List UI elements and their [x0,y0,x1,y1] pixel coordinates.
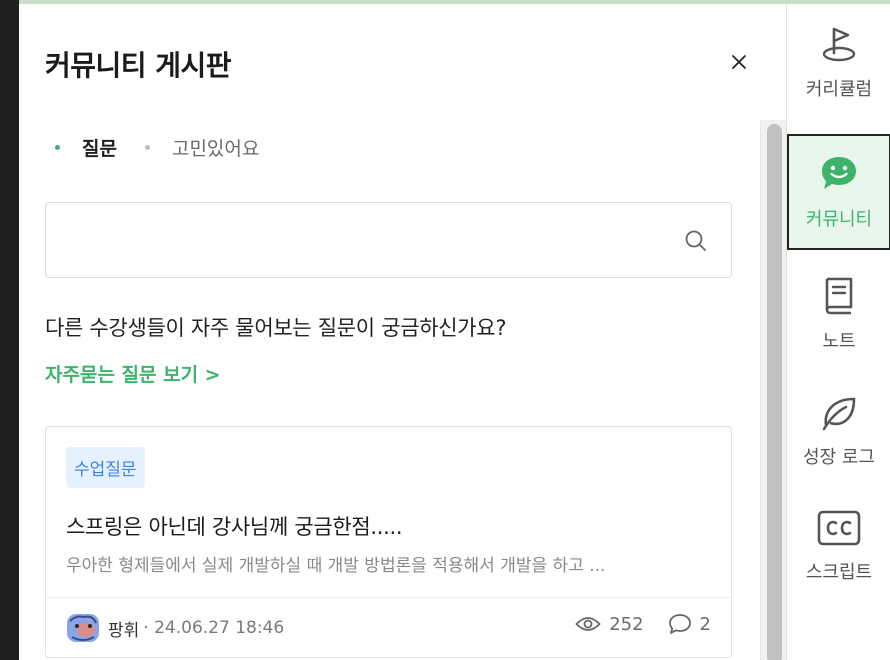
scrollbar[interactable] [760,120,786,660]
faq-prompt: 다른 수강생들이 자주 물어보는 질문이 궁금하신가요? [45,316,507,340]
sidebar-item-label: 스크립트 [805,562,873,583]
sidebar-item-community[interactable]: 커뮤니티 [787,134,890,250]
active-dot [55,145,60,150]
comment-count: 2 [668,613,711,635]
book-icon [825,277,853,315]
community-panel: 커뮤니티 게시판 질문 고민있어요 다른 수강생들이 자주 물어보는 질문이 궁… [19,4,786,660]
flag-icon [822,27,856,62]
sidebar-item-script[interactable]: 스크립트 [787,488,890,604]
post-title[interactable]: 스프링은 아닌데 강사님께 궁금한점..... [66,511,403,541]
view-count-value: 252 [609,613,644,635]
post-tag: 수업질문 [66,447,145,488]
board-tabs: 질문 고민있어요 [55,134,287,161]
comment-icon [668,614,691,634]
left-edge [0,0,19,660]
sidebar-item-notes[interactable]: 노트 [787,256,890,372]
comment-count-value: 2 [699,613,711,635]
sidebar-item-label: 성장 로그 [803,447,875,468]
sidebar-item-label: 커리큘럼 [805,79,873,100]
scrollbar-thumb[interactable] [767,124,782,660]
tab-question[interactable]: 질문 [55,134,117,161]
avatar [67,614,99,642]
cc-icon [817,510,861,546]
tab-label: 질문 [82,138,117,160]
post-meta: 팡휘 · 24.06.27 18:46 [66,611,284,645]
view-count: 252 [575,613,644,635]
sidebar-item-label: 커뮤니티 [805,209,873,230]
post-author[interactable]: 팡휘 [108,616,139,641]
search-box [45,202,732,278]
post-date: · 24.06.27 18:46 [143,618,285,638]
eye-icon [575,617,601,631]
tab-concern[interactable]: 고민있어요 [144,134,260,161]
post-stats: 252 2 [551,613,711,635]
sidebar-item-growth-log[interactable]: 성장 로그 [787,372,890,488]
post-divider [46,597,731,598]
search-input[interactable] [60,221,660,259]
post-excerpt: 우아한 형제들에서 실제 개발하실 때 개발 방법론을 적용해서 개발을 하고 … [66,556,606,576]
close-icon [732,55,746,69]
tab-label: 고민있어요 [171,138,260,160]
close-button[interactable] [725,48,753,76]
inactive-dot [144,145,150,150]
search-icon[interactable] [682,227,710,255]
right-sidebar: 커리큘럼 커뮤니티 노트 성장 로그 스크립트 [786,4,890,660]
chat-smile-icon [822,157,856,189]
sidebar-item-curriculum[interactable]: 커리큘럼 [787,4,890,120]
sidebar-item-label: 노트 [822,331,856,352]
post-card[interactable]: 수업질문 스프링은 아닌데 강사님께 궁금한점..... 우아한 형제들에서 실… [45,426,732,658]
faq-link[interactable]: 자주묻는 질문 보기 > [45,360,221,387]
page-title: 커뮤니티 게시판 [45,49,232,82]
leaf-icon [822,397,856,431]
